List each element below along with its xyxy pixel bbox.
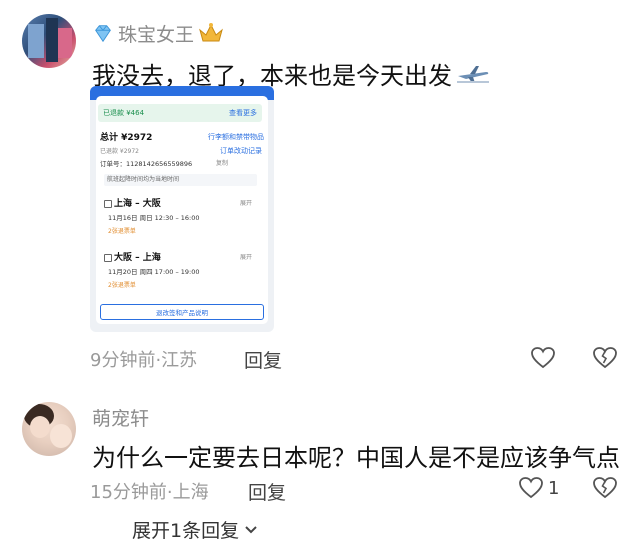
comment-text: 为什么一定要去日本呢？中国人是不是应该争气点 — [92, 444, 620, 472]
flight-time-2: 11月20日 周四 17:00 – 19:00 — [108, 268, 200, 276]
flight-status-2: 2张退票单 — [108, 282, 136, 289]
total-label: 总计 ¥2972 — [100, 133, 153, 143]
expand-replies-label: 展开1条回复 — [132, 520, 240, 542]
time-note: 航班起降时间均为当地时间 — [104, 174, 257, 186]
broken-heart-icon[interactable] — [592, 346, 618, 370]
crown-icon — [199, 23, 223, 42]
comment-author[interactable]: 珠宝女王 — [92, 20, 224, 46]
heart-icon[interactable] — [530, 346, 556, 370]
refund-row: 已退款 ¥464 查看更多 — [98, 104, 262, 122]
copy-label: 复制 — [216, 160, 229, 167]
chevron-down-icon — [245, 525, 257, 533]
avatar[interactable] — [22, 14, 76, 68]
reply-button[interactable]: 回复 — [248, 478, 286, 505]
broken-heart-icon[interactable] — [592, 476, 618, 500]
avatar[interactable] — [22, 402, 76, 456]
flight-time-1: 11月16日 周日 12:30 – 16:00 — [108, 214, 200, 222]
flight-route-1: 上海 – 大阪 — [104, 196, 161, 209]
more-label: 查看更多 — [229, 109, 257, 117]
flight-status-1: 2张退票单 — [108, 228, 136, 235]
like-count: 1 — [548, 478, 560, 499]
attached-screenshot[interactable]: 已退款 ¥464 查看更多 总计 ¥2972 行李额和禁带物品 已退款 ¥297… — [90, 86, 274, 332]
heart-icon[interactable] — [518, 476, 544, 500]
reply-button[interactable]: 回复 — [244, 346, 282, 373]
username[interactable]: 萌宠轩 — [92, 404, 149, 431]
refunded-label: 已退款 ¥2972 — [100, 148, 139, 155]
refund-label: 已退款 ¥464 — [103, 109, 145, 117]
flight-expand-2: 展开 — [240, 254, 253, 261]
order-number: 订单号：1128142656559896 — [100, 160, 193, 168]
comment-meta: 15分钟前·上海 — [90, 482, 209, 503]
gem-icon — [95, 25, 111, 43]
change-label: 订单改动记录 — [220, 147, 262, 155]
flight-expand-1: 展开 — [240, 200, 253, 207]
luggage-label: 行李额和禁带物品 — [208, 133, 264, 141]
policy-button: 退改签和产品说明 — [100, 304, 264, 320]
expand-replies-button[interactable]: 展开1条回复 — [132, 516, 259, 543]
plane-icon — [457, 65, 489, 83]
flight-route-2: 大阪 – 上海 — [104, 250, 161, 263]
username: 珠宝女王 — [118, 23, 195, 46]
comment-meta: 9分钟前·江苏 — [90, 350, 198, 371]
